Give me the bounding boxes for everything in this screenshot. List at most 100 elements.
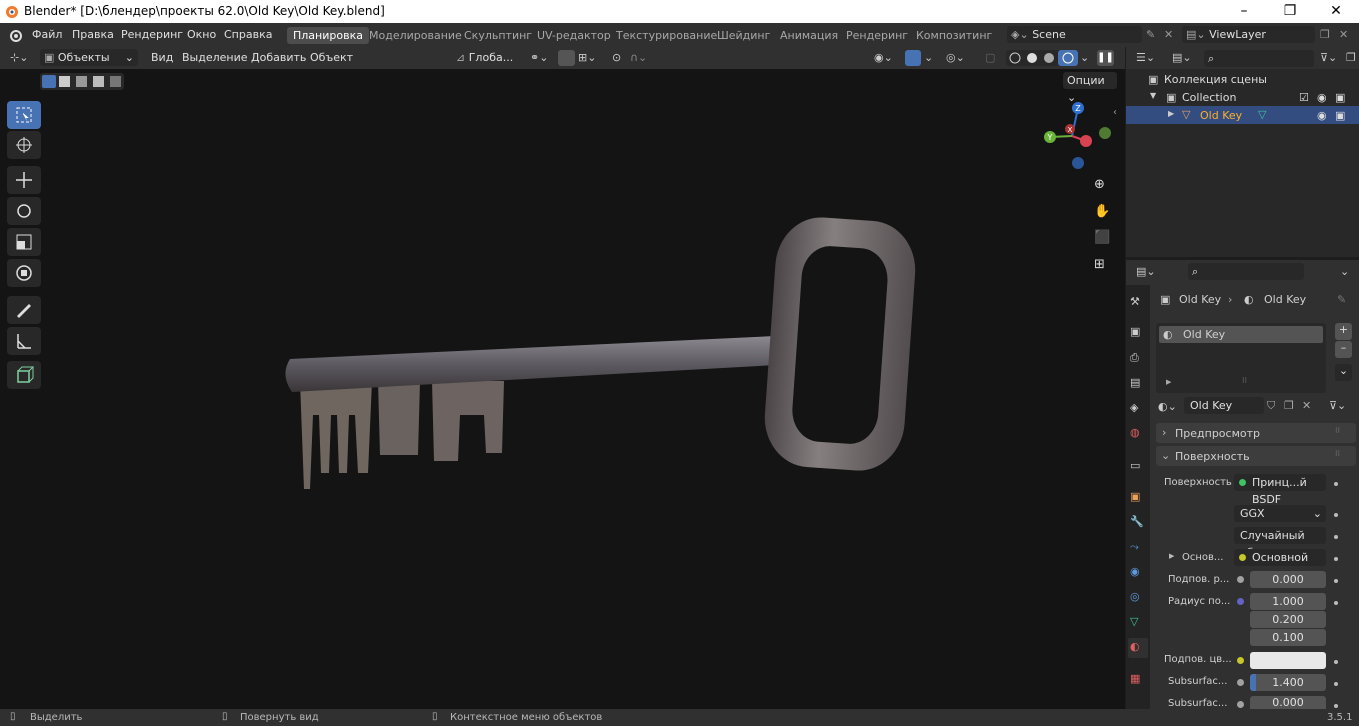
- sub-color-animate-dot[interactable]: [1334, 660, 1338, 664]
- aniso-animate-dot[interactable]: [1334, 704, 1338, 708]
- tab-texture-icon[interactable]: ▦: [1130, 672, 1146, 688]
- preview-panel-header[interactable]: › Предпросмотр: [1156, 423, 1356, 443]
- ior-animate-dot[interactable]: [1334, 682, 1338, 686]
- select-intersect-icon[interactable]: [110, 76, 121, 87]
- menu-file[interactable]: Файл: [32, 28, 62, 41]
- transform-tool[interactable]: [7, 259, 41, 287]
- transform-orientation[interactable]: ⊿ Глоба...: [452, 49, 522, 66]
- shading-modes[interactable]: [1006, 50, 1078, 66]
- options-dropdown[interactable]: Опции ⌄: [1063, 72, 1117, 104]
- tab-compositing[interactable]: Композитинг: [910, 27, 998, 44]
- tab-physics-icon[interactable]: ◉: [1130, 565, 1146, 581]
- unlink-material-icon[interactable]: ✕: [1302, 399, 1311, 412]
- select-subtract-icon[interactable]: [76, 76, 87, 87]
- material-slot-item[interactable]: ◐ Old Key: [1159, 326, 1323, 343]
- tab-material-icon[interactable]: ◐: [1128, 638, 1148, 658]
- menu-select[interactable]: Выделение: [182, 51, 248, 64]
- expand-base-color-icon[interactable]: ▶: [1169, 552, 1174, 560]
- select-box-tool[interactable]: [7, 101, 41, 129]
- subsurface-ior-field[interactable]: 1.400: [1250, 674, 1326, 691]
- menu-add[interactable]: Добавить: [251, 51, 306, 64]
- xray-icon[interactable]: ▢: [985, 51, 995, 64]
- pan-hand-icon[interactable]: ✋: [1094, 204, 1110, 219]
- expand-collection-icon[interactable]: ▼: [1150, 91, 1156, 100]
- 3d-viewport[interactable]: Z Y X ⊕ ✋ ⬛ ⊞ ‹ Опции ⌄: [0, 69, 1125, 709]
- blender-menu-icon[interactable]: [8, 28, 23, 43]
- pivot-icon[interactable]: ⚭⌄: [530, 51, 548, 64]
- scene-collection-label[interactable]: Коллекция сцены: [1164, 73, 1267, 86]
- remove-view-layer-icon[interactable]: ✕: [1339, 28, 1348, 41]
- object-camera-icon[interactable]: ▣: [1335, 109, 1345, 122]
- perspective-grid-icon[interactable]: ⊞: [1094, 257, 1105, 272]
- method-animate-dot[interactable]: [1334, 535, 1338, 539]
- shading-menu-icon[interactable]: ⌄: [1080, 51, 1089, 64]
- tab-view-layer-icon[interactable]: ▤: [1130, 376, 1146, 392]
- visibility-icon[interactable]: ◉⌄: [874, 51, 893, 64]
- slot-specials-button[interactable]: ⌄: [1335, 364, 1352, 381]
- tab-modifiers-icon[interactable]: 🔧: [1130, 515, 1146, 531]
- surface-shader-selector[interactable]: Принц...й BSDF: [1234, 474, 1326, 506]
- tab-particles-icon[interactable]: ⤳: [1130, 540, 1146, 556]
- outliner-editor-icon[interactable]: ☰⌄: [1136, 51, 1155, 64]
- fake-user-icon[interactable]: ⛉: [1267, 399, 1275, 413]
- tab-shading[interactable]: Шейдинг: [711, 27, 776, 44]
- add-slot-button[interactable]: +: [1335, 323, 1352, 340]
- tab-scene-icon[interactable]: ◈: [1130, 401, 1146, 417]
- measure-tool[interactable]: [7, 327, 41, 355]
- falloff-icon[interactable]: ∩⌄: [630, 51, 647, 64]
- ior-socket-icon[interactable]: [1237, 679, 1244, 686]
- rotate-tool[interactable]: [7, 197, 41, 225]
- tab-texture-paint[interactable]: Текстурирование: [610, 27, 723, 44]
- camera-view-icon[interactable]: ⬛: [1094, 230, 1110, 245]
- distribution-dropdown[interactable]: GGX ⌄: [1234, 505, 1326, 522]
- material-name-field[interactable]: Old Key: [1184, 397, 1264, 414]
- tab-constraints-icon[interactable]: ◎: [1130, 590, 1146, 606]
- vector-socket-icon[interactable]: [1237, 598, 1244, 605]
- menu-edit[interactable]: Правка: [72, 28, 114, 41]
- snap-target-icon[interactable]: ⊞⌄: [578, 51, 596, 64]
- radius-animate-dot[interactable]: [1334, 601, 1338, 605]
- remove-slot-button[interactable]: –: [1335, 341, 1352, 358]
- menu-window[interactable]: Окно: [187, 28, 216, 41]
- collection-checkbox-icon[interactable]: ☑: [1299, 91, 1309, 104]
- menu-render[interactable]: Рендеринг: [121, 28, 183, 41]
- add-cube-tool[interactable]: [7, 361, 41, 389]
- expand-list-icon[interactable]: ▶: [1166, 378, 1171, 386]
- tab-output-icon[interactable]: ⎙: [1130, 351, 1146, 367]
- select-extend-icon[interactable]: [59, 76, 70, 87]
- add-view-layer-icon[interactable]: ❐: [1320, 28, 1330, 41]
- surface-panel-header[interactable]: ⌄ Поверхность: [1156, 446, 1356, 466]
- tab-collection-icon[interactable]: ▭: [1130, 459, 1146, 475]
- link-type-icon[interactable]: ⊽⌄: [1329, 399, 1346, 412]
- surface-animate-dot[interactable]: [1334, 482, 1338, 486]
- collection-label[interactable]: Collection: [1182, 91, 1236, 104]
- mode-selector[interactable]: ▣ Объекты ⌄: [40, 49, 138, 66]
- float-socket-icon[interactable]: [1237, 576, 1244, 583]
- tab-animation[interactable]: Анимация: [774, 27, 844, 44]
- scale-tool[interactable]: [7, 228, 41, 256]
- radius-x-field[interactable]: 1.000: [1250, 593, 1326, 610]
- menu-object[interactable]: Объект: [310, 51, 353, 64]
- cursor-tool[interactable]: [7, 131, 41, 159]
- base-color-animate-dot[interactable]: [1334, 557, 1338, 561]
- scene-selector[interactable]: ◈⌄ Scene: [1007, 26, 1142, 43]
- properties-search-input[interactable]: ⌕: [1188, 263, 1304, 280]
- tab-tool-icon[interactable]: ⚒: [1130, 295, 1146, 311]
- object-eye-icon[interactable]: ◉: [1317, 109, 1327, 122]
- tab-modeling[interactable]: Моделирование: [363, 27, 468, 44]
- editor-type-icon[interactable]: ⊹⌄: [10, 51, 28, 64]
- maximize-button[interactable]: ❐: [1267, 0, 1313, 23]
- pin-scene-icon[interactable]: ✎: [1146, 28, 1155, 41]
- filter-icon[interactable]: ⊽⌄: [1320, 51, 1337, 64]
- overlays-icon[interactable]: ◎⌄: [946, 51, 965, 64]
- select-invert-icon[interactable]: [93, 76, 104, 87]
- material-browse-icon[interactable]: ◐⌄: [1158, 400, 1177, 413]
- subsurface-aniso-field[interactable]: 0.000: [1250, 696, 1326, 709]
- base-color-input[interactable]: Основной цвет: [1234, 549, 1326, 581]
- duplicate-material-icon[interactable]: ❐: [1284, 399, 1294, 412]
- new-collection-icon[interactable]: ❐: [1346, 51, 1356, 64]
- tab-sculpting[interactable]: Скульптинг: [458, 27, 538, 44]
- snap-toggle-icon[interactable]: [558, 50, 575, 66]
- list-resize-handle[interactable]: ⁝⁝: [1242, 376, 1247, 385]
- tab-world-icon[interactable]: ◍: [1130, 426, 1146, 442]
